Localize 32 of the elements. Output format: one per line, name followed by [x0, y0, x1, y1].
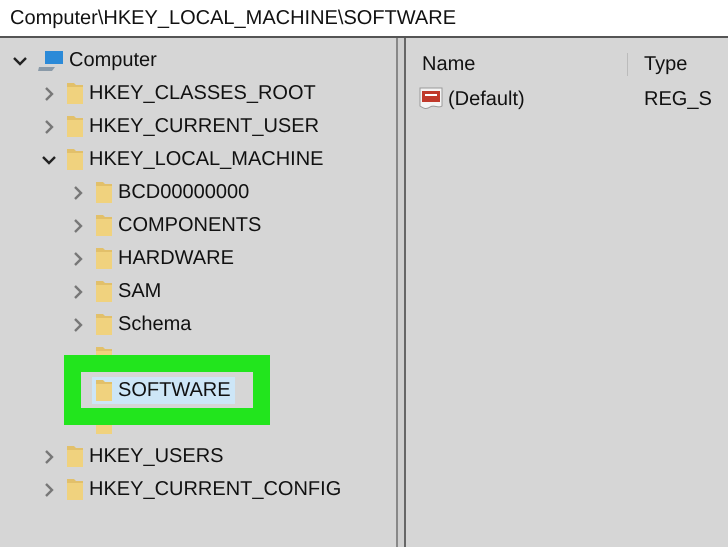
tree-item[interactable]: COMPONENTS [92, 212, 266, 239]
folder-icon [96, 215, 112, 236]
tree-item[interactable]: HKEY_CURRENT_USER [63, 113, 324, 140]
tree-item[interactable]: HKEY_CURRENT_CONFIG [63, 476, 346, 503]
tree-item[interactable]: HKEY_CLASSES_ROOT [63, 80, 320, 107]
tree-item[interactable]: HKEY_USERS [63, 443, 228, 470]
pane-splitter[interactable] [398, 38, 406, 547]
column-header[interactable]: Type [628, 52, 728, 76]
tree-item[interactable]: SOFTWARE [92, 377, 235, 404]
folder-icon [67, 116, 83, 137]
tree-item[interactable]: SAM [92, 278, 166, 305]
folder-icon [96, 380, 112, 401]
value-name: (Default) [448, 88, 525, 110]
column-header[interactable]: Name [406, 52, 628, 76]
folder-icon [96, 248, 112, 269]
folder-icon [96, 425, 112, 434]
folder-icon [67, 479, 83, 500]
tree-item[interactable]: HKEY_LOCAL_MACHINE [63, 146, 328, 173]
folder-icon [96, 347, 112, 355]
tree-item[interactable]: Schema [92, 311, 196, 338]
computer-icon [38, 50, 63, 70]
tree-item[interactable]: Computer [34, 47, 161, 74]
folder-icon [96, 281, 112, 302]
address-bar[interactable]: Computer\HKEY_LOCAL_MACHINE\SOFTWARE [0, 0, 728, 38]
folder-icon [96, 182, 112, 203]
folder-icon [67, 149, 83, 170]
value-type: REG_S [643, 88, 712, 110]
tree-item[interactable]: BCD00000000 [92, 179, 254, 206]
folder-icon [67, 446, 83, 467]
folder-icon [67, 83, 83, 104]
tree-item[interactable]: HARDWARE [92, 245, 238, 272]
folder-icon [96, 314, 112, 335]
